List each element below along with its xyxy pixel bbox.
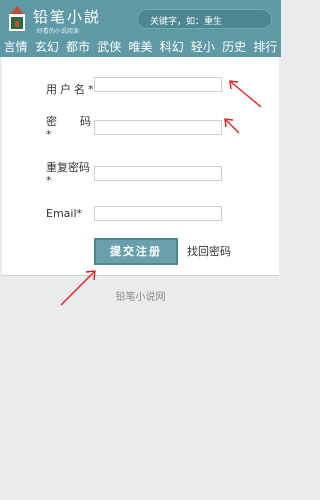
nav-item-wuxia[interactable]: 武侠 — [94, 37, 125, 57]
password-label-text: 密 码 — [46, 115, 97, 128]
repeat-password-label: 重复密码 * — [46, 161, 90, 187]
username-label: 用户名* — [46, 83, 97, 96]
nav-item-xuanhuan[interactable]: 玄幻 — [31, 37, 62, 57]
username-field[interactable] — [94, 77, 222, 92]
repeat-password-label-star: * — [46, 174, 52, 187]
logo-slogan: ·好看的小说阅读· — [35, 28, 81, 35]
site-logo[interactable]: 铅笔小説 ·好看的小说阅读· — [6, 5, 106, 37]
email-label: Email* — [46, 207, 83, 220]
nav-item-lishi[interactable]: 历史 — [219, 37, 250, 57]
register-form: 用户名* 密 码 * 重复密码 * Email* 提交注册 找回密码 — [2, 57, 279, 276]
search-placeholder: 关键字，如：重生 — [150, 17, 223, 27]
nav-item-kehuan[interactable]: 科幻 — [156, 37, 187, 57]
password-field[interactable] — [94, 120, 222, 135]
nav-item-yanqing[interactable]: 言情 — [0, 37, 31, 57]
nav-item-paihang[interactable]: 排行 — [250, 37, 281, 57]
password-label-star: * — [46, 128, 52, 141]
submit-register-button[interactable]: 提交注册 — [94, 238, 178, 265]
repeat-password-label-text: 重复密码 — [46, 161, 90, 174]
site-header: 铅笔小説 ·好看的小说阅读· 关键字，如：重生 言情 玄幻 都市 武侠 唯美 科… — [0, 0, 281, 57]
repeat-password-field[interactable] — [94, 166, 222, 181]
nav-item-qingxiao[interactable]: 轻小 — [187, 37, 218, 57]
nav-item-weimei[interactable]: 唯美 — [125, 37, 156, 57]
nav-item-dushi[interactable]: 都市 — [62, 37, 93, 57]
footer-site-name[interactable]: 铅笔小说网 — [0, 288, 281, 303]
category-nav: 言情 玄幻 都市 武侠 唯美 科幻 轻小 历史 排行 — [0, 37, 281, 57]
logo-title: 铅笔小説 — [33, 8, 102, 26]
book-logo-icon — [9, 6, 25, 31]
search-input[interactable]: 关键字，如：重生 — [137, 9, 272, 29]
forgot-password-link[interactable]: 找回密码 — [187, 243, 231, 259]
email-field[interactable] — [94, 206, 222, 221]
password-label: 密 码 * — [46, 115, 97, 141]
